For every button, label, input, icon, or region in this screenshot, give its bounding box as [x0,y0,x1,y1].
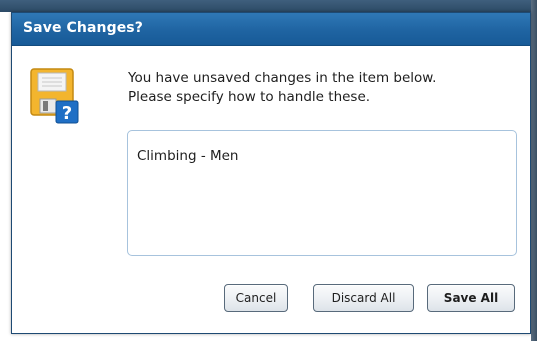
save-all-button[interactable]: Save All [427,284,515,312]
save-question-icon: ? [29,67,85,133]
list-item[interactable]: Climbing - Men [137,148,239,164]
message-line-2: Please specify how to handle these. [128,89,371,105]
background-window [0,0,537,12]
svg-text:?: ? [62,103,72,124]
discard-all-button[interactable]: Discard All [313,284,414,312]
dialog-titlebar: Save Changes? [12,13,530,46]
unsaved-items-list[interactable]: Climbing - Men [127,130,517,256]
cancel-button[interactable]: Cancel [224,284,288,312]
save-changes-dialog: Save Changes? ? You have unsaved changes… [11,12,531,334]
message-line-1: You have unsaved changes in the item bel… [128,70,437,86]
background-window-edge [531,0,537,341]
dialog-title: Save Changes? [23,20,143,36]
dialog-message: You have unsaved changes in the item bel… [128,69,436,107]
